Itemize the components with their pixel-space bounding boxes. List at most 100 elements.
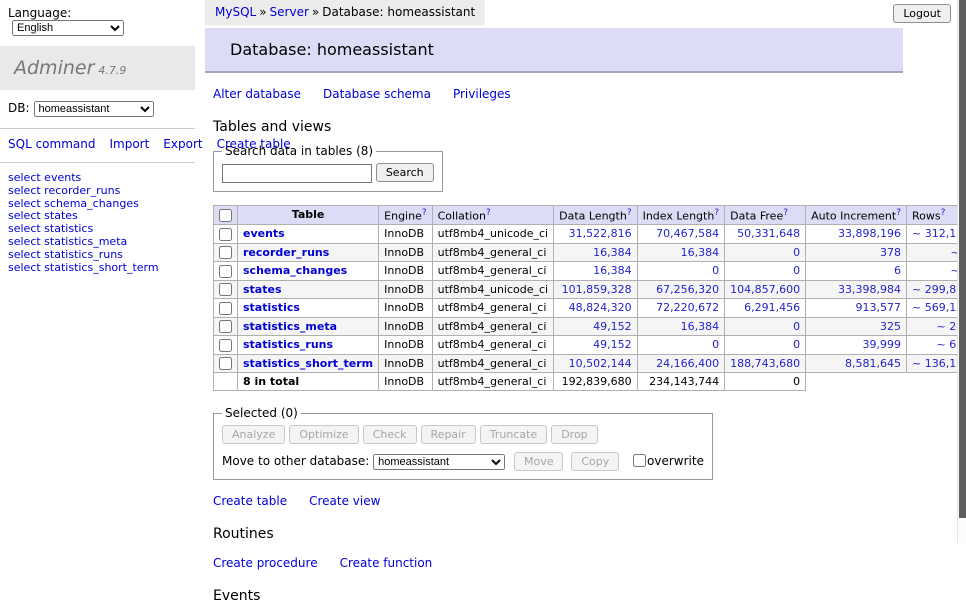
sidebar-select-statistics-runs-link[interactable]: select statistics_runs	[8, 249, 187, 262]
cell-index_length-link[interactable]: 0	[712, 338, 719, 351]
table-row: statesInnoDButf8mb4_unicode_ci101,859,32…	[214, 280, 966, 299]
table-name-link-statistics[interactable]: statistics	[243, 301, 300, 314]
repair-button[interactable]: Repair	[421, 425, 476, 444]
database-schema-link[interactable]: Database schema	[323, 87, 431, 101]
table-row: recorder_runsInnoDButf8mb4_general_ci16,…	[214, 243, 966, 262]
move-db-select[interactable]: homeassistant	[373, 454, 505, 470]
cell-engine: InnoDB	[379, 225, 432, 244]
row-checkbox[interactable]	[219, 357, 232, 370]
column-help-link[interactable]: ?	[783, 208, 788, 218]
cell-data_free-link[interactable]: 0	[793, 320, 800, 333]
cell-data_free-link[interactable]: 6,291,456	[744, 301, 800, 314]
logout-button[interactable]: Logout	[893, 4, 951, 23]
total-collation: utf8mb4_general_ci	[432, 373, 553, 391]
check-button[interactable]: Check	[363, 425, 417, 444]
cell-data_free-link[interactable]: 104,857,600	[730, 283, 800, 296]
column-help-link[interactable]: ?	[714, 208, 719, 218]
cell-auto_increment-link[interactable]: 325	[880, 320, 901, 333]
column-help-link[interactable]: ?	[422, 208, 427, 218]
table-name-link-statistics-meta[interactable]: statistics_meta	[243, 320, 337, 333]
cell-data_length-link[interactable]: 10,502,144	[569, 357, 632, 370]
search-button[interactable]: Search	[376, 163, 434, 182]
cell-data_length-link[interactable]: 31,522,816	[569, 227, 632, 240]
select-all-checkbox[interactable]	[219, 209, 232, 222]
create-table-link[interactable]: Create table	[213, 494, 287, 508]
create-view-link[interactable]: Create view	[309, 494, 380, 508]
cell-data_length-link[interactable]: 101,859,328	[562, 283, 632, 296]
cell-auto_increment-link[interactable]: 39,999	[863, 338, 902, 351]
column-header-data-length: Data Length?	[554, 205, 637, 225]
cell-data_free-link[interactable]: 0	[793, 264, 800, 277]
cell-auto_increment-link[interactable]: 378	[880, 246, 901, 259]
app-logo: Adminer4.7.9	[0, 46, 195, 90]
column-help-link[interactable]: ?	[486, 208, 491, 218]
search-input[interactable]	[222, 164, 372, 183]
cell-data_length-link[interactable]: 49,152	[593, 338, 632, 351]
vertical-scrollbar[interactable]	[957, 0, 966, 543]
cell-auto_increment-link[interactable]: 33,898,196	[838, 227, 901, 240]
create-procedure-link[interactable]: Create procedure	[213, 556, 318, 570]
sidebar-select-statistics-short-term-link[interactable]: select statistics_short_term	[8, 262, 187, 275]
cell-index_length-link[interactable]: 16,384	[681, 246, 720, 259]
table-name-link-recorder-runs[interactable]: recorder_runs	[243, 246, 329, 259]
breadcrumb-link-server[interactable]: Server	[270, 5, 309, 19]
cell-data_length: 10,502,144	[554, 354, 637, 373]
cell-index_length-link[interactable]: 70,467,584	[656, 227, 719, 240]
cell-index_length-link[interactable]: 0	[712, 264, 719, 277]
truncate-button[interactable]: Truncate	[480, 425, 547, 444]
cell-data_free-link[interactable]: 188,743,680	[730, 357, 800, 370]
create-function-link[interactable]: Create function	[340, 556, 433, 570]
table-name-link-schema-changes[interactable]: schema_changes	[243, 264, 347, 277]
sidebar-select-events-link[interactable]: select events	[8, 172, 187, 185]
row-checkbox[interactable]	[219, 265, 232, 278]
alter-database-link[interactable]: Alter database	[213, 87, 301, 101]
column-help-link[interactable]: ?	[896, 208, 901, 218]
sidebar-select-statistics-meta-link[interactable]: select statistics_meta	[8, 236, 187, 249]
menu-link-create-table[interactable]: Create table	[217, 137, 291, 151]
table-name-link-states[interactable]: states	[243, 283, 282, 296]
cell-data_length-link[interactable]: 16,384	[593, 246, 632, 259]
overwrite-checkbox[interactable]	[633, 454, 646, 467]
breadcrumb-link-mysql[interactable]: MySQL	[215, 5, 256, 19]
cell-data_length-link[interactable]: 49,152	[593, 320, 632, 333]
row-checkbox[interactable]	[219, 339, 232, 352]
db-select[interactable]: homeassistant	[34, 101, 154, 117]
column-help-link[interactable]: ?	[941, 208, 946, 218]
cell-data_length-link[interactable]: 16,384	[593, 264, 632, 277]
table-name-link-statistics-runs[interactable]: statistics_runs	[243, 338, 333, 351]
cell-auto_increment-link[interactable]: 6	[894, 264, 901, 277]
cell-data_free-link[interactable]: 50,331,648	[737, 227, 800, 240]
cell-data_free-link[interactable]: 0	[793, 338, 800, 351]
table-name-cell: events	[238, 225, 379, 244]
cell-auto_increment-link[interactable]: 33,398,984	[838, 283, 901, 296]
cell-index_length: 72,220,672	[637, 299, 725, 318]
optimize-button[interactable]: Optimize	[289, 425, 358, 444]
sidebar-select-recorder-runs-link[interactable]: select recorder_runs	[8, 185, 187, 198]
cell-index_length-link[interactable]: 72,220,672	[656, 301, 719, 314]
menu-link-export[interactable]: Export	[163, 137, 202, 151]
cell-index_length-link[interactable]: 67,256,320	[656, 283, 719, 296]
cell-index_length-link[interactable]: 16,384	[681, 320, 720, 333]
analyze-button[interactable]: Analyze	[222, 425, 285, 444]
menu-link-sql-command[interactable]: SQL command	[8, 137, 95, 151]
privileges-link[interactable]: Privileges	[453, 87, 511, 101]
column-help-link[interactable]: ?	[627, 208, 632, 218]
cell-auto_increment-link[interactable]: 8,581,645	[845, 357, 901, 370]
row-checkbox[interactable]	[219, 283, 232, 296]
menu-link-import[interactable]: Import	[109, 137, 149, 151]
table-name-link-statistics-short-term[interactable]: statistics_short_term	[243, 357, 373, 370]
move-button[interactable]: Move	[514, 452, 564, 471]
cell-index_length-link[interactable]: 24,166,400	[656, 357, 719, 370]
row-checkbox[interactable]	[219, 320, 232, 333]
language-select[interactable]: English	[12, 20, 124, 36]
row-checkbox[interactable]	[219, 302, 232, 315]
row-checkbox[interactable]	[219, 246, 232, 259]
copy-button[interactable]: Copy	[571, 452, 619, 471]
scrollbar-thumb[interactable]	[959, 0, 966, 518]
drop-button[interactable]: Drop	[551, 425, 597, 444]
table-name-link-events[interactable]: events	[243, 227, 285, 240]
row-checkbox[interactable]	[219, 228, 232, 241]
cell-auto_increment-link[interactable]: 913,577	[856, 301, 902, 314]
cell-data_free-link[interactable]: 0	[793, 246, 800, 259]
cell-data_length-link[interactable]: 48,824,320	[569, 301, 632, 314]
